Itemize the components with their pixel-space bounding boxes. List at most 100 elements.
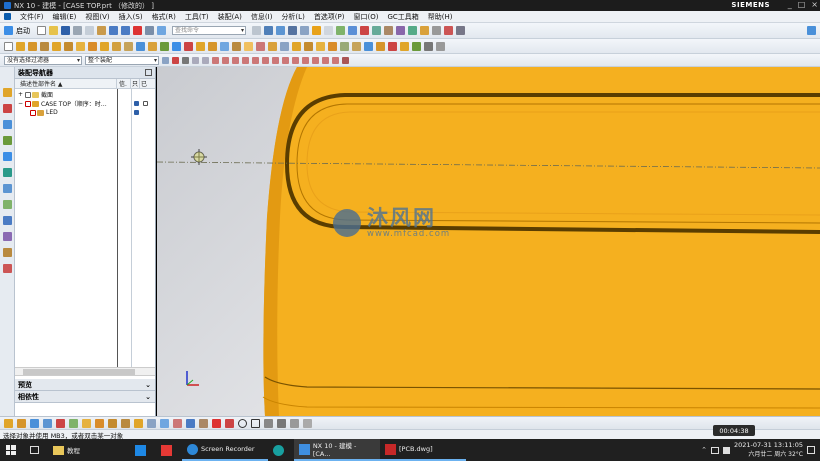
move-face-icon[interactable] bbox=[376, 41, 385, 51]
expand-icon[interactable]: + bbox=[18, 91, 24, 98]
fit-icon[interactable] bbox=[264, 26, 273, 35]
shaded-icon[interactable] bbox=[312, 26, 321, 35]
sketch-icon[interactable] bbox=[4, 41, 13, 51]
face-rule-icon[interactable] bbox=[192, 56, 199, 64]
hole-icon[interactable] bbox=[40, 41, 49, 51]
snap-point-icon[interactable] bbox=[272, 56, 279, 64]
chamfer-icon[interactable] bbox=[184, 41, 193, 51]
minimize-button[interactable]: _ bbox=[788, 0, 792, 9]
cone-icon[interactable] bbox=[112, 41, 121, 51]
new-icon[interactable] bbox=[37, 26, 46, 35]
wcs-icon[interactable] bbox=[444, 26, 453, 35]
trim-icon[interactable] bbox=[303, 418, 312, 428]
collapse-icon[interactable]: − bbox=[18, 100, 24, 107]
draft-icon[interactable] bbox=[208, 41, 217, 51]
taskbar-item-screen-recorder[interactable]: Screen Recorder bbox=[182, 439, 268, 461]
cylinder-icon[interactable] bbox=[100, 41, 109, 51]
cut-icon[interactable] bbox=[73, 26, 82, 35]
scroll-thumb[interactable] bbox=[23, 369, 135, 375]
assembly-constraint-icon[interactable] bbox=[95, 418, 104, 428]
menu-preferences[interactable]: 首选项(P) bbox=[314, 12, 345, 22]
arc-icon[interactable] bbox=[225, 418, 234, 428]
clearance-icon[interactable] bbox=[173, 418, 182, 428]
task-view-button[interactable] bbox=[24, 439, 48, 461]
menu-insert[interactable]: 插入(S) bbox=[119, 12, 143, 22]
volume-icon[interactable] bbox=[722, 446, 730, 454]
pin-icon[interactable] bbox=[342, 56, 349, 64]
view-icon[interactable] bbox=[348, 26, 357, 35]
delete-face-icon[interactable] bbox=[388, 41, 397, 51]
system-scene-tab-icon[interactable] bbox=[2, 264, 12, 273]
snap-view-icon[interactable] bbox=[56, 418, 65, 428]
curve-icon[interactable] bbox=[412, 41, 421, 51]
open-icon[interactable] bbox=[49, 26, 58, 35]
snap-end-icon[interactable] bbox=[212, 56, 219, 64]
settings-icon[interactable] bbox=[456, 26, 465, 35]
clock[interactable]: 2021-07-31 13:11:05 六月廿二 周六 32°C bbox=[734, 441, 803, 459]
system-materials-tab-icon[interactable] bbox=[2, 200, 12, 209]
process-studio-tab-icon[interactable] bbox=[2, 216, 12, 225]
info-icon[interactable] bbox=[408, 26, 417, 35]
block-icon[interactable] bbox=[88, 41, 97, 51]
close-button[interactable]: × bbox=[811, 0, 818, 9]
start-icon[interactable] bbox=[4, 26, 13, 35]
sequence-icon[interactable] bbox=[160, 418, 169, 428]
dependency-section[interactable]: 相依性 ⌄ bbox=[15, 391, 155, 403]
circle-icon[interactable] bbox=[238, 418, 247, 428]
start-button[interactable] bbox=[0, 439, 24, 461]
redo-icon[interactable] bbox=[121, 26, 130, 35]
measure-icon[interactable] bbox=[384, 26, 393, 35]
menu-format[interactable]: 格式(R) bbox=[152, 12, 176, 22]
preview-section[interactable]: 预览 ⌄ bbox=[15, 379, 155, 391]
menu-assembly[interactable]: 装配(A) bbox=[218, 12, 242, 22]
select-filter-icon[interactable] bbox=[162, 56, 169, 64]
paste-icon[interactable] bbox=[97, 26, 106, 35]
orient-icon[interactable] bbox=[43, 418, 52, 428]
column-info[interactable]: 信. bbox=[117, 79, 131, 88]
edge-blend-icon[interactable] bbox=[172, 41, 181, 51]
taskbar-item-nx[interactable]: NX 10 - 建模 - [CA... bbox=[294, 439, 380, 461]
layer-icon[interactable] bbox=[336, 26, 345, 35]
notification-icon[interactable] bbox=[807, 446, 815, 454]
wave-icon[interactable] bbox=[364, 41, 373, 51]
datum-axis-icon[interactable] bbox=[256, 41, 265, 51]
tree-row-case-top[interactable]: − CASE TOP（顺序：时… bbox=[15, 99, 155, 108]
save-icon[interactable] bbox=[61, 26, 70, 35]
fillet-icon[interactable] bbox=[290, 418, 299, 428]
command-finder-icon[interactable] bbox=[157, 26, 166, 35]
undo-icon[interactable] bbox=[109, 26, 118, 35]
snap-center-icon[interactable] bbox=[252, 56, 259, 64]
split-body-icon[interactable] bbox=[232, 41, 241, 51]
checkbox-checked-icon[interactable] bbox=[25, 100, 31, 107]
history-tab-icon[interactable] bbox=[2, 184, 12, 193]
spline-icon[interactable] bbox=[277, 418, 286, 428]
pan-icon[interactable] bbox=[300, 26, 309, 35]
part-model[interactable] bbox=[157, 67, 820, 416]
rotate-icon[interactable] bbox=[288, 26, 297, 35]
shell-icon[interactable] bbox=[196, 41, 205, 51]
search-input[interactable]: 查找命令 bbox=[172, 26, 246, 35]
analysis-icon[interactable] bbox=[396, 26, 405, 35]
datum-plane-icon[interactable] bbox=[244, 41, 253, 51]
taskbar-item-folder[interactable]: 教程 bbox=[48, 439, 130, 461]
checkbox-checked-icon[interactable] bbox=[30, 109, 36, 116]
pick-icon[interactable] bbox=[182, 56, 189, 64]
curve-line-icon[interactable] bbox=[212, 418, 221, 428]
manufacturing-wizard-tab-icon[interactable] bbox=[2, 232, 12, 241]
tray-arrow-icon[interactable]: ⌃ bbox=[701, 446, 707, 454]
rectangle-icon[interactable] bbox=[251, 418, 260, 428]
navigator-maximize-icon[interactable] bbox=[145, 69, 152, 76]
menu-file[interactable]: 文件(F) bbox=[20, 12, 44, 22]
revolve-icon[interactable] bbox=[28, 41, 37, 51]
emboss-icon[interactable] bbox=[328, 41, 337, 51]
tree-row-led[interactable]: LED bbox=[15, 108, 155, 117]
offset-face-icon[interactable] bbox=[292, 41, 301, 51]
menu-tools[interactable]: 工具(T) bbox=[185, 12, 209, 22]
menu-help[interactable]: 帮助(H) bbox=[428, 12, 453, 22]
array-component-icon[interactable] bbox=[134, 418, 143, 428]
add-component-icon[interactable] bbox=[82, 418, 91, 428]
menu-edit[interactable]: 编辑(E) bbox=[53, 12, 77, 22]
boss-icon[interactable] bbox=[52, 41, 61, 51]
column-readonly[interactable]: 只 bbox=[131, 79, 140, 88]
wave-link-icon[interactable] bbox=[186, 418, 195, 428]
